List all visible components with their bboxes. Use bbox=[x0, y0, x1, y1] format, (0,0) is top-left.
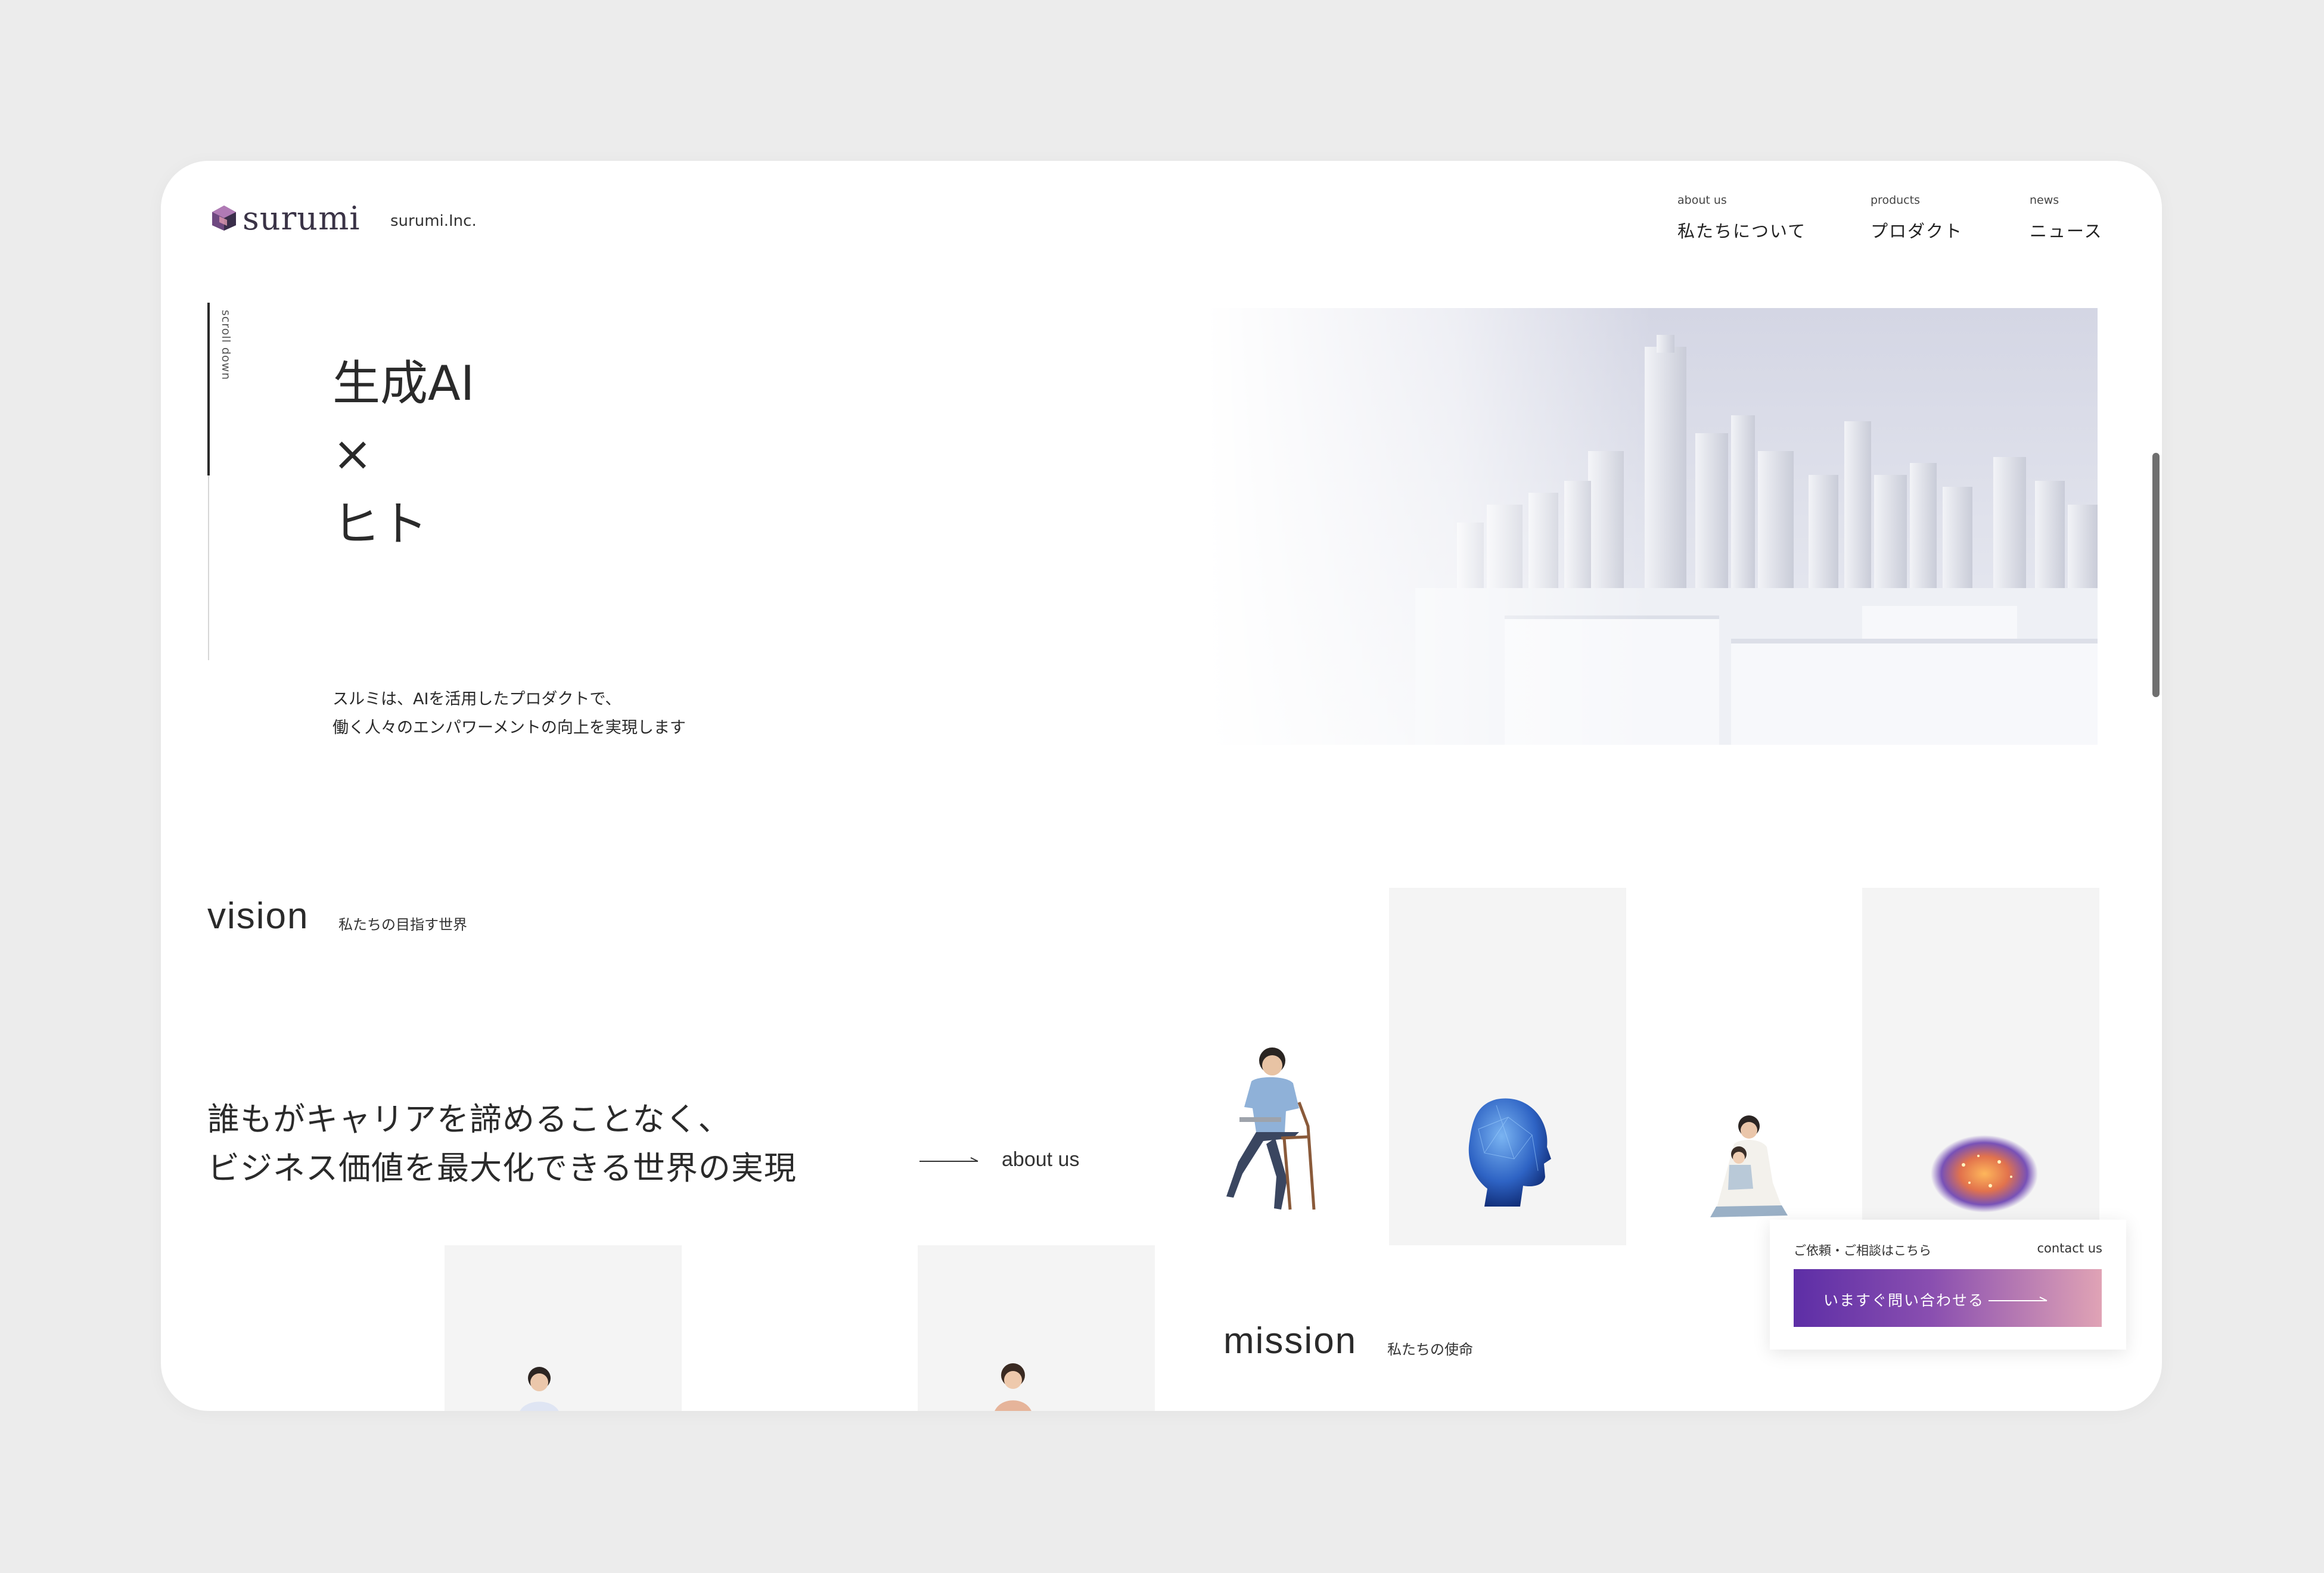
contact-now-button[interactable]: いますぐ問い合わせる bbox=[1794, 1269, 2102, 1327]
contact-now-button-label: いますぐ問い合わせる bbox=[1823, 1292, 1985, 1309]
contact-label: ご依頼・ご相談はこちら bbox=[1794, 1244, 1931, 1258]
logo-text: surumi bbox=[243, 199, 361, 237]
person-portrait-image bbox=[520, 1367, 559, 1411]
gallery-card-brain bbox=[1862, 888, 2099, 1245]
vision-title: vision bbox=[207, 896, 309, 937]
nav-products[interactable]: products プロダクト bbox=[1871, 194, 1963, 243]
cube-logo-icon bbox=[212, 206, 236, 231]
ai-head-image bbox=[1468, 1098, 1551, 1207]
about-us-link[interactable]: about us bbox=[919, 1148, 1079, 1171]
logo[interactable]: surumi bbox=[210, 199, 361, 237]
scroll-indicator-line bbox=[207, 303, 210, 475]
vision-statement-line: ビジネス価値を最大化できる世界の実現 bbox=[207, 1149, 797, 1187]
glowing-brain-image bbox=[1931, 1135, 2038, 1213]
nav-news-en: news bbox=[2030, 194, 2059, 207]
mission-subtitle: 私たちの使命 bbox=[1387, 1341, 1473, 1358]
vision-statement: 誰もがキャリアを諦めることなく、 ビジネス価値を最大化できる世界の実現 bbox=[207, 1095, 797, 1193]
site-header: surumi surumi.Inc. about us 私たちについて prod… bbox=[161, 161, 2162, 277]
hero-city-image bbox=[1207, 308, 2098, 745]
nav-news-jp: ニュース bbox=[2030, 221, 2103, 241]
nav-products-jp: プロダクト bbox=[1871, 221, 1963, 241]
scroll-indicator-track bbox=[208, 475, 209, 660]
about-us-link-label: about us bbox=[1002, 1148, 1080, 1171]
arrow-right-icon bbox=[1989, 1297, 2048, 1301]
contact-label-en: contact us bbox=[2037, 1241, 2102, 1255]
hero-description: スルミは、AIを活用したプロダクトで、 働く人々のエンパワーメントの向上を実現し… bbox=[333, 685, 686, 742]
nav-about[interactable]: about us 私たちについて bbox=[1677, 194, 1806, 243]
scroll-down-label: scroll down bbox=[219, 310, 232, 381]
nav-news[interactable]: news ニュース bbox=[2030, 194, 2103, 243]
mother-child-image bbox=[1710, 1115, 1788, 1217]
person-portrait-image bbox=[995, 1363, 1031, 1411]
scrollbar-thumb[interactable] bbox=[2152, 453, 2160, 697]
nav-products-en: products bbox=[1871, 194, 1920, 207]
woman-laptop-image bbox=[1226, 1047, 1316, 1210]
hero-title-line: ヒト bbox=[333, 496, 428, 552]
scrollbar[interactable] bbox=[2150, 226, 2162, 1347]
vision-subtitle: 私たちの目指す世界 bbox=[338, 916, 467, 933]
hero-title-line: × bbox=[333, 426, 373, 481]
hero-title-line: 生成AI bbox=[333, 356, 475, 411]
hero-description-line: スルミは、AIを活用したプロダクトで、 bbox=[333, 690, 622, 708]
browser-frame: surumi surumi.Inc. about us 私たちについて prod… bbox=[161, 161, 2162, 1411]
hero-description-line: 働く人々のエンパワーメントの向上を実現します bbox=[333, 719, 686, 737]
arrow-right-icon bbox=[919, 1157, 978, 1162]
vision-statement-line: 誰もがキャリアを諦めることなく、 bbox=[207, 1101, 731, 1138]
hero-title: 生成AI × ヒト bbox=[333, 349, 474, 559]
nav-about-jp: 私たちについて bbox=[1677, 221, 1807, 241]
company-name: surumi.Inc. bbox=[390, 212, 477, 230]
gallery-card-ai-head bbox=[1389, 888, 1626, 1245]
mission-title: mission bbox=[1223, 1320, 1357, 1361]
contact-widget: ご依頼・ご相談はこちら contact us いますぐ問い合わせる bbox=[1770, 1220, 2126, 1350]
nav-about-en: about us bbox=[1677, 194, 1727, 207]
